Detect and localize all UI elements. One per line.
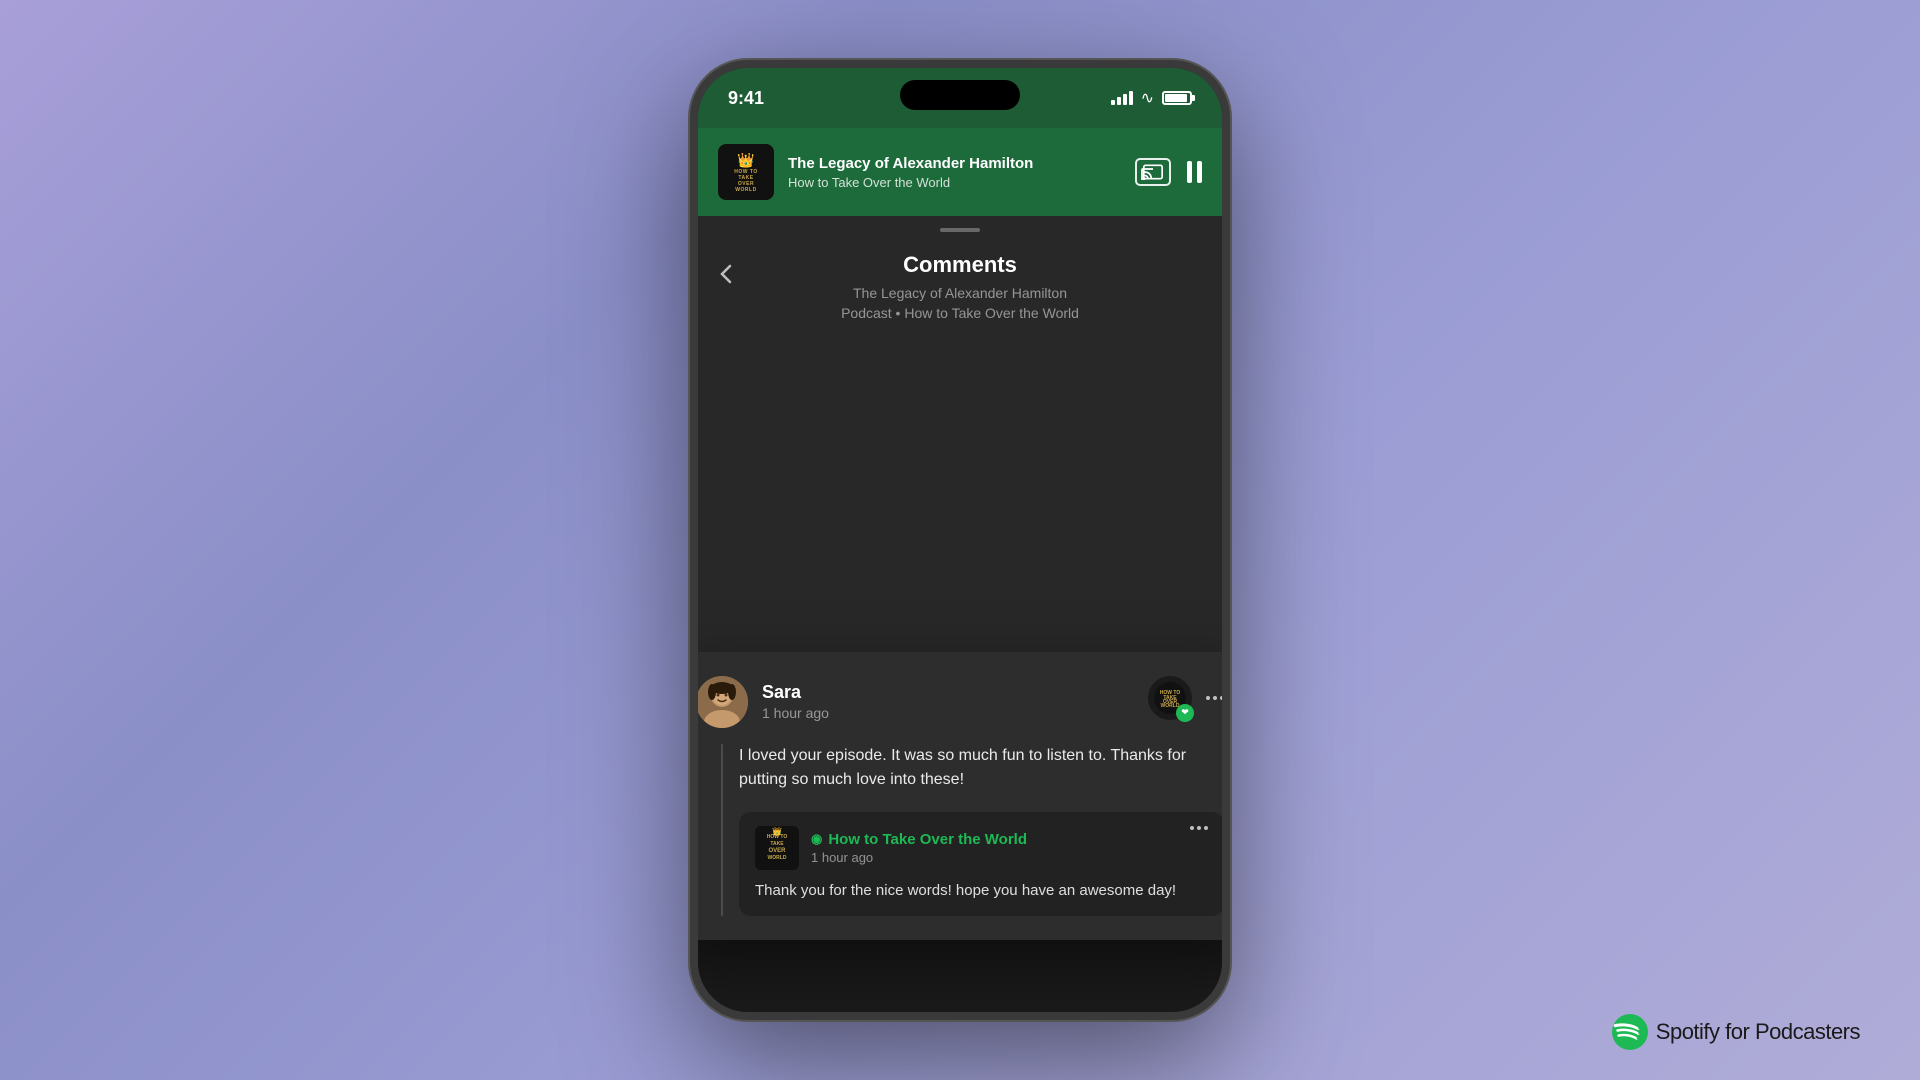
- svg-text:TAKE: TAKE: [770, 841, 784, 847]
- user-avatar: [698, 676, 748, 728]
- reply-podcast-info: HOW TO TAKE OVER WORLD 👑 ◉: [755, 826, 1027, 870]
- comment-more-button[interactable]: [1206, 696, 1222, 700]
- phone-content: Comments The Legacy of Alexander Hamilto…: [698, 216, 1222, 1020]
- now-playing-controls: [1135, 158, 1202, 186]
- comment-card: Sara 1 hour ago HOW TO TAKE OVER WORLD: [698, 652, 1222, 941]
- episode-title: The Legacy of Alexander Hamilton: [788, 155, 1121, 173]
- verified-icon: ◉: [811, 831, 822, 847]
- podcast-name: How to Take Over the World: [788, 175, 1121, 190]
- podcast-album-art: 👑 HOW TOTAKEOVERWORLD: [718, 144, 774, 200]
- reply-podcast-name: ◉ How to Take Over the World: [811, 831, 1027, 848]
- album-art-text: HOW TOTAKEOVERWORLD: [734, 169, 757, 193]
- bottom-area: [698, 940, 1222, 1020]
- comment-user-info: Sara 1 hour ago: [698, 676, 829, 728]
- back-button[interactable]: [718, 262, 734, 292]
- reply-text: Thank you for the nice words! hope you h…: [755, 880, 1208, 903]
- status-icons: ∿: [1111, 88, 1192, 108]
- signal-icon: [1111, 91, 1133, 105]
- spotify-logo-icon: [1612, 1014, 1648, 1050]
- comments-title: Comments: [718, 252, 1202, 278]
- svg-text:👑: 👑: [772, 827, 782, 836]
- heart-badge: ❤: [1176, 704, 1194, 722]
- cast-button[interactable]: [1135, 158, 1171, 186]
- comment-actions-right: HOW TO TAKE OVER WORLD ❤: [1148, 676, 1222, 720]
- status-time: 9:41: [728, 88, 764, 109]
- liked-badge[interactable]: HOW TO TAKE OVER WORLD ❤: [1148, 676, 1192, 720]
- comments-subtitle: The Legacy of Alexander Hamilton Podcast…: [718, 284, 1202, 323]
- now-playing-bar[interactable]: 👑 HOW TOTAKEOVERWORLD The Legacy of Alex…: [698, 128, 1222, 216]
- reply-header: HOW TO TAKE OVER WORLD 👑 ◉: [755, 826, 1208, 870]
- comment-text: I loved your episode. It was so much fun…: [739, 744, 1222, 792]
- comment-time: 1 hour ago: [762, 705, 829, 721]
- wifi-icon: ∿: [1141, 88, 1154, 108]
- comment-header: Sara 1 hour ago HOW TO TAKE OVER WORLD: [698, 676, 1222, 728]
- pause-button[interactable]: [1187, 161, 1202, 183]
- reply-card: HOW TO TAKE OVER WORLD 👑 ◉: [739, 812, 1222, 917]
- comments-header: Comments The Legacy of Alexander Hamilto…: [698, 232, 1222, 339]
- user-details: Sara 1 hour ago: [762, 682, 829, 721]
- now-playing-info: The Legacy of Alexander Hamilton How to …: [788, 155, 1121, 190]
- status-bar: 9:41 ∿: [698, 68, 1222, 128]
- reply-more-button[interactable]: [1190, 826, 1208, 830]
- battery-icon: [1162, 91, 1192, 105]
- reply-info: ◉ How to Take Over the World 1 hour ago: [811, 831, 1027, 865]
- comment-main: I loved your episode. It was so much fun…: [739, 744, 1222, 917]
- phone-mockup: 9:41 ∿ 👑 HOW TOTAKEOVERWORLD The Legacy: [690, 60, 1230, 1020]
- svg-text:OVER: OVER: [768, 848, 786, 854]
- svg-text:WORLD: WORLD: [768, 855, 787, 861]
- reply-album-art: HOW TO TAKE OVER WORLD 👑: [755, 826, 799, 870]
- thread-line: [721, 744, 723, 917]
- album-crown-icon: 👑: [737, 152, 754, 169]
- comment-body: I loved your episode. It was so much fun…: [698, 744, 1222, 917]
- reply-time: 1 hour ago: [811, 850, 1027, 865]
- dynamic-island: [900, 80, 1020, 110]
- spotify-branding: Spotify for Podcasters: [1612, 1014, 1860, 1050]
- user-name: Sara: [762, 682, 829, 703]
- spotify-branding-text: Spotify for Podcasters: [1656, 1019, 1860, 1045]
